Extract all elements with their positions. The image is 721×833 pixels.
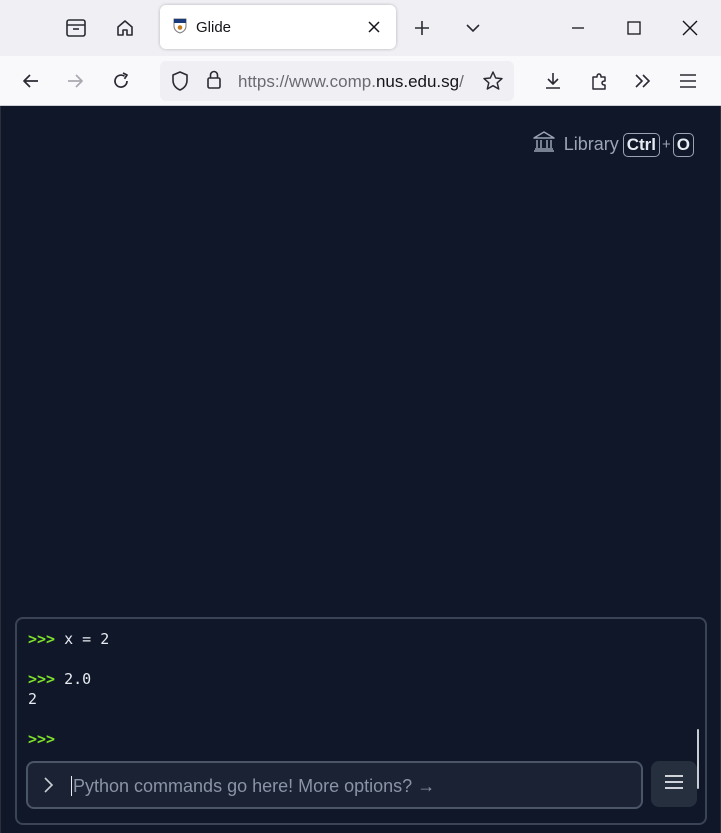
glide-page: Library Ctrl + O >>> x = 2 >>> 2.0 2 >>>…: [0, 106, 721, 833]
console-line: >>>: [28, 729, 109, 749]
console-menu-button[interactable]: [651, 761, 697, 807]
reload-icon[interactable]: [103, 63, 139, 99]
python-command-input[interactable]: Python commands go here! More options? →: [26, 761, 643, 809]
shortcut-key-ctrl: Ctrl: [622, 132, 660, 157]
shortcut-key-o: O: [672, 132, 694, 157]
url-prefix: https://www.comp.: [238, 72, 376, 91]
shortcut-plus: +: [662, 136, 671, 153]
shield-icon[interactable]: [170, 70, 190, 97]
back-arrow-icon[interactable]: [13, 63, 49, 99]
extensions-icon[interactable]: [581, 63, 617, 99]
close-tab-icon[interactable]: [360, 13, 388, 41]
console-output: >>> x = 2 >>> 2.0 2 >>>: [28, 629, 109, 749]
console-line: >>> 2.0: [28, 669, 109, 689]
app-menu-icon[interactable]: [670, 63, 706, 99]
overflow-chevrons-icon[interactable]: [625, 63, 661, 99]
url-text[interactable]: https://www.comp.nus.edu.sg/: [238, 72, 476, 92]
console-line: >>> x = 2: [28, 629, 109, 649]
line-text: x = 2: [55, 630, 110, 648]
browser-navbar: https://www.comp.nus.edu.sg/: [0, 56, 721, 106]
forward-arrow-icon[interactable]: [57, 63, 93, 99]
line-text: 2.0: [55, 670, 92, 688]
minimize-icon[interactable]: [550, 0, 606, 56]
nus-crest-icon: [172, 18, 188, 34]
url-host: nus.edu.sg: [375, 72, 460, 91]
prompt-marker: >>>: [28, 730, 56, 748]
console-scrollbar[interactable]: [697, 729, 699, 789]
browser-titlebar: Glide: [0, 0, 721, 56]
library-button[interactable]: Library Ctrl + O: [532, 130, 694, 159]
firefox-view-icon[interactable]: [58, 10, 94, 46]
address-bar[interactable]: https://www.comp.nus.edu.sg/: [160, 61, 514, 101]
text-caret: [71, 776, 72, 796]
browser-tab[interactable]: Glide: [160, 5, 396, 49]
tab-title: Glide: [196, 19, 232, 36]
library-label: Library: [563, 134, 619, 154]
downloads-icon[interactable]: [535, 63, 571, 99]
list-tabs-chevron-icon[interactable]: [455, 10, 491, 46]
hamburger-menu-icon: [664, 774, 684, 795]
line-text: 2: [28, 690, 38, 708]
prompt-marker: >>>: [28, 670, 56, 688]
prompt-marker: >>>: [28, 630, 56, 648]
python-console: >>> x = 2 >>> 2.0 2 >>> Python commands …: [15, 617, 707, 825]
library-bank-icon: [532, 130, 556, 159]
url-suffix: /: [459, 72, 464, 91]
home-icon[interactable]: [107, 10, 143, 46]
maximize-icon[interactable]: [606, 0, 662, 56]
bookmark-star-icon[interactable]: [482, 70, 504, 97]
input-placeholder: Python commands go here! More options? →: [73, 776, 436, 796]
close-window-icon[interactable]: [662, 0, 718, 56]
new-tab-icon[interactable]: [404, 10, 440, 46]
console-line: 2: [28, 689, 109, 709]
lock-icon[interactable]: [205, 69, 223, 96]
chevron-right-icon: [42, 775, 56, 800]
